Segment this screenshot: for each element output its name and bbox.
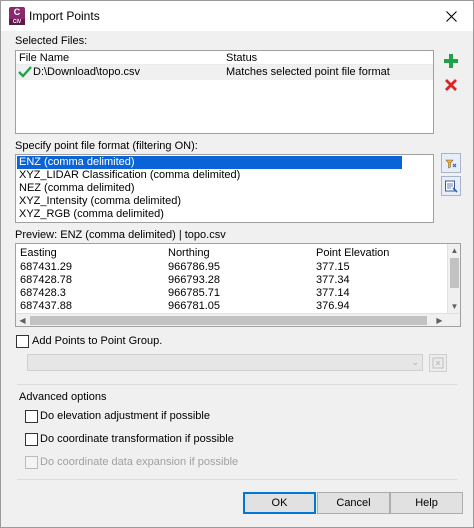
column-northing: Northing [168,247,210,259]
preview-cell: 377.34 [316,274,350,286]
preview-label: Preview: ENZ (comma delimited) | topo.cs… [15,229,226,241]
civil3d-app-icon: C CIV [9,7,25,25]
chevron-down-icon: ⌄ [411,357,419,367]
scroll-right-arrow-icon[interactable]: ▶ [433,314,446,326]
format-item-xyz-rgb[interactable]: XYZ_RGB (comma delimited) [17,208,164,221]
scroll-down-arrow-icon[interactable]: ▼ [448,300,460,313]
preview-cell: 687437.88 [20,300,72,312]
elevation-adjustment-label: Do elevation adjustment if possible [40,410,210,422]
delete-x-icon [445,79,457,91]
file-name-cell: D:\Download\topo.csv [33,66,140,78]
coordinate-data-expansion-checkbox [25,456,38,469]
format-item-xyz-lidar[interactable]: XYZ_LIDAR Classification (comma delimite… [17,169,240,182]
preview-cell: 687428.3 [20,287,66,299]
preview-cell: 966793.28 [168,274,220,286]
preview-cell: 966781.05 [168,300,220,312]
checkmark-icon [18,65,32,81]
format-item-enz[interactable]: ENZ (comma delimited) [17,156,402,169]
app-icon-sub: CIV [9,19,25,25]
close-button[interactable] [437,4,465,28]
column-point-elevation: Point Elevation [316,247,390,259]
app-icon-letter: C [13,7,21,17]
elevation-adjustment-checkbox[interactable] [25,410,38,423]
add-to-point-group-checkbox[interactable] [16,335,29,348]
divider [17,479,457,480]
coordinate-data-expansion-label: Do coordinate data expansion if possible [40,456,239,468]
file-row[interactable]: D:\Download\topo.csv Matches selected po… [16,65,433,80]
divider [17,384,457,385]
file-status-cell: Matches selected point file format [226,66,390,78]
selected-files-list[interactable]: File Name Status D:\Download\topo.csv Ma… [15,50,434,134]
preview-vertical-scrollbar[interactable]: ▲ ▼ [447,244,460,313]
preview-cell: 377.14 [316,287,350,299]
coordinate-transformation-label: Do coordinate transformation if possible [40,433,234,445]
ok-button[interactable]: OK [243,492,316,514]
manage-formats-button[interactable] [441,176,461,196]
scroll-left-arrow-icon[interactable]: ◀ [16,314,29,326]
point-file-format-list[interactable]: ENZ (comma delimited) XYZ_LIDAR Classifi… [15,154,434,223]
point-group-picker-icon [432,357,444,369]
preview-cell: 687431.29 [20,261,72,273]
preview-cell: 376.94 [316,300,350,312]
import-points-dialog: C CIV Import Points Selected Files: File… [0,0,474,528]
coordinate-transformation-checkbox[interactable] [25,433,38,446]
filter-format-button[interactable] [441,153,461,173]
vertical-scroll-thumb[interactable] [450,258,459,288]
selected-files-label: Selected Files: [15,35,88,47]
preview-cell: 687428.78 [20,274,72,286]
select-point-group-button[interactable] [429,354,447,372]
advanced-options-label: Advanced options [19,391,107,403]
horizontal-scroll-thumb[interactable] [30,316,427,325]
close-icon [445,10,457,22]
title-bar: C CIV Import Points [1,1,473,31]
column-status[interactable]: Status [226,52,257,64]
add-file-button[interactable] [441,51,461,71]
format-item-nez[interactable]: NEZ (comma delimited) [17,182,135,195]
column-file-name[interactable]: File Name [19,52,69,64]
filter-edit-icon [445,159,457,169]
column-easting: Easting [20,247,57,259]
add-to-point-group-label: Add Points to Point Group. [32,335,163,347]
files-list-header: File Name Status [16,51,433,65]
preview-cell: 966786.95 [168,261,220,273]
plus-icon [444,54,458,68]
format-item-xyz-intensity[interactable]: XYZ_Intensity (comma delimited) [17,195,181,208]
preview-horizontal-scrollbar[interactable]: ◀ ▶ [16,313,460,326]
preview-table[interactable]: Easting Northing Point Elevation 687431.… [15,243,461,327]
remove-file-button[interactable] [441,75,461,95]
scroll-up-arrow-icon[interactable]: ▲ [448,244,460,257]
cancel-button[interactable]: Cancel [317,492,390,514]
point-file-format-label: Specify point file format (filtering ON)… [15,140,198,152]
preview-cell: 377.15 [316,261,350,273]
window-title: Import Points [29,9,100,23]
format-manager-icon [445,180,458,193]
help-button[interactable]: Help [390,492,463,514]
point-group-dropdown[interactable]: ⌄ [27,354,423,371]
preview-cell: 966785.71 [168,287,220,299]
